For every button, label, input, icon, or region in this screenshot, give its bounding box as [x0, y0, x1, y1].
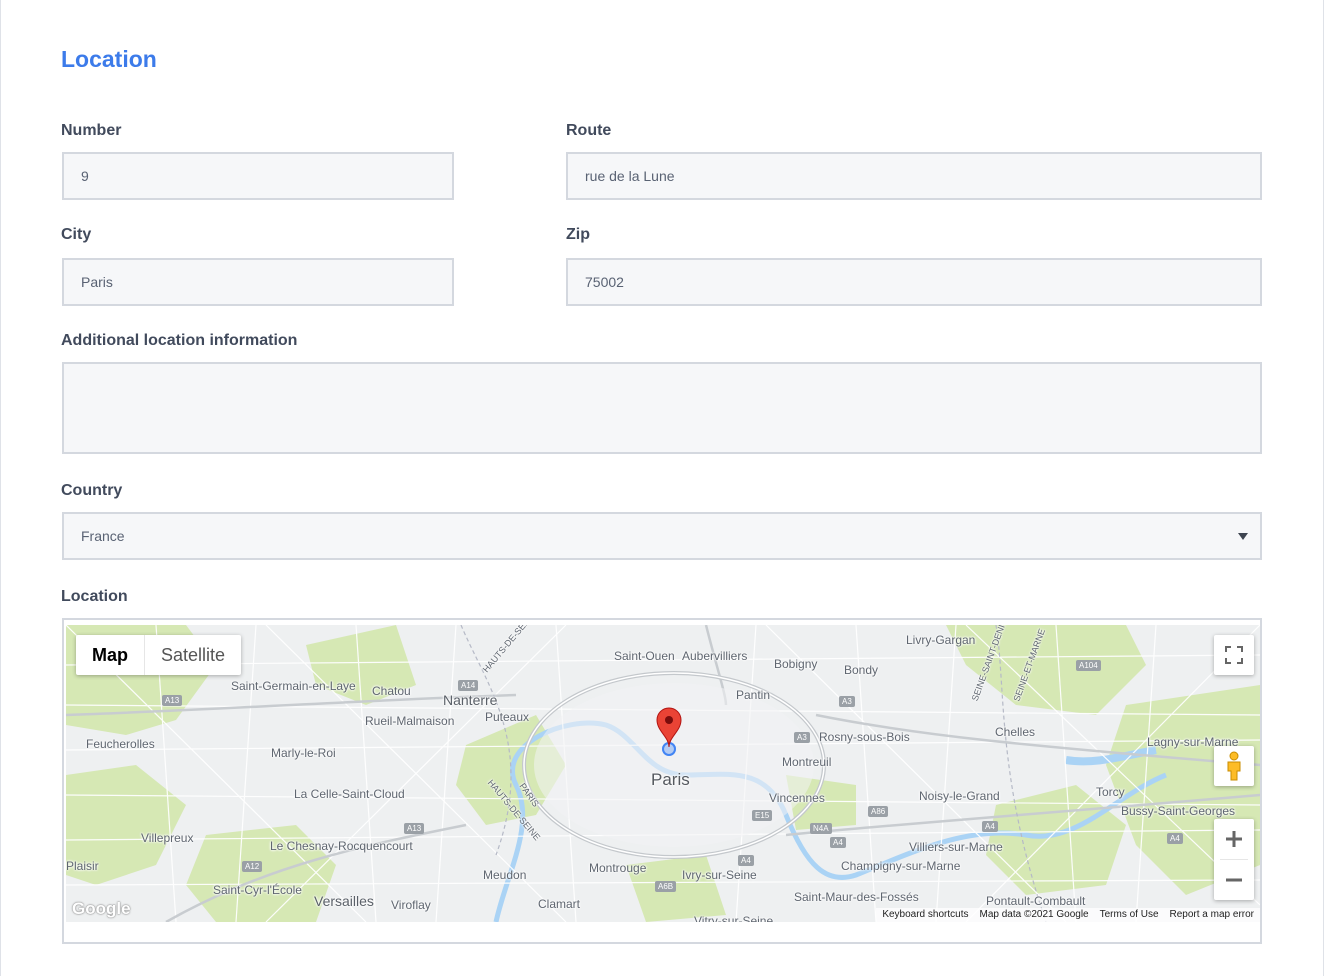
place-chelles: Chelles	[995, 725, 1036, 739]
place-rueil: Rueil-Malmaison	[365, 714, 455, 728]
road-shield: A13	[162, 695, 183, 706]
fullscreen-button[interactable]	[1214, 635, 1254, 675]
zip-input[interactable]	[566, 258, 1262, 306]
place-montrouge: Montrouge	[589, 861, 647, 875]
plus-icon	[1226, 831, 1242, 847]
additional-info-label: Additional location information	[61, 332, 298, 349]
minus-icon	[1226, 878, 1242, 882]
place-rosny: Rosny-sous-Bois	[819, 730, 910, 744]
place-bondy: Bondy	[844, 663, 879, 677]
road-shield: A4	[982, 821, 998, 832]
place-saint-cyr: Saint-Cyr-l'École	[213, 883, 302, 897]
place-puteaux: Puteaux	[485, 710, 530, 724]
map-pin-icon[interactable]	[655, 707, 683, 759]
map-data-text: Map data ©2021 Google	[979, 909, 1089, 920]
place-bobigny: Bobigny	[774, 657, 818, 671]
place-clamart: Clamart	[538, 897, 581, 911]
road-shield: A4	[738, 855, 754, 866]
number-input[interactable]	[62, 152, 454, 200]
zoom-out-button[interactable]	[1214, 860, 1254, 900]
place-vincennes: Vincennes	[769, 791, 825, 805]
road-shield: A6B	[655, 881, 677, 892]
road-shield: A104	[1076, 660, 1101, 671]
zoom-control	[1214, 819, 1254, 900]
country-select[interactable]: France	[62, 512, 1262, 560]
place-vitry: Vitry-sur-Seine	[694, 914, 774, 922]
map-type-map-button[interactable]: Map	[76, 635, 144, 675]
place-marly: Marly-le-Roi	[271, 746, 336, 760]
keyboard-shortcuts-link[interactable]: Keyboard shortcuts	[882, 908, 968, 922]
number-label: Number	[61, 122, 122, 139]
city-input[interactable]	[62, 258, 454, 306]
road-shield: A14	[458, 680, 479, 691]
place-plaisir: Plaisir	[66, 859, 99, 873]
place-pantin: Pantin	[736, 688, 771, 702]
place-la-celle: La Celle-Saint-Cloud	[294, 787, 405, 801]
place-versailles: Versailles	[314, 893, 374, 909]
place-pontault: Pontault-Combault	[986, 894, 1086, 908]
route-label: Route	[566, 122, 612, 139]
place-noisy: Noisy-le-Grand	[919, 789, 1000, 803]
place-villepreux: Villepreux	[141, 831, 194, 845]
place-torcy: Torcy	[1096, 785, 1125, 799]
map-canvas[interactable]: Saint-Ouen Aubervilliers Bobigny Bondy L…	[66, 625, 1260, 922]
caret-down-icon	[1238, 533, 1248, 540]
fullscreen-icon	[1225, 646, 1243, 664]
road-shield: A3	[839, 696, 855, 707]
road-shield: A13	[404, 823, 425, 834]
street-view-button[interactable]	[1214, 746, 1254, 786]
place-villiers: Villiers-sur-Marne	[909, 840, 1003, 854]
place-ivry: Ivry-sur-Seine	[682, 868, 757, 882]
place-nanterre: Nanterre	[443, 692, 498, 708]
section-title: Location	[61, 46, 157, 72]
map-attribution: Keyboard shortcuts Map data ©2021 Google…	[876, 908, 1260, 922]
city-label: City	[61, 226, 92, 243]
place-viroflay: Viroflay	[391, 898, 431, 912]
road-shield: A3	[794, 732, 810, 743]
country-label: Country	[61, 482, 123, 499]
road-shield: E15	[752, 810, 773, 821]
road-shield: A12	[242, 861, 263, 872]
place-chatou: Chatou	[372, 684, 411, 698]
road-shield: A4	[1167, 833, 1183, 844]
place-saint-germain: Saint-Germain-en-Laye	[231, 679, 356, 693]
place-montreuil: Montreuil	[782, 755, 832, 769]
place-paris: Paris	[651, 770, 690, 789]
zip-label: Zip	[566, 226, 590, 243]
place-champigny: Champigny-sur-Marne	[841, 859, 961, 873]
zoom-in-button[interactable]	[1214, 819, 1254, 859]
map-type-satellite-button[interactable]: Satellite	[145, 635, 241, 675]
map-type-control: Map Satellite	[76, 635, 242, 675]
road-shield: N4A	[810, 823, 832, 834]
road-shield: A86	[868, 806, 889, 817]
place-saint-maur: Saint-Maur-des-Fossés	[794, 890, 919, 904]
additional-info-textarea[interactable]	[62, 362, 1262, 454]
place-livry-gargan: Livry-Gargan	[906, 633, 976, 647]
place-meudon: Meudon	[483, 868, 527, 882]
road-shield: A4	[830, 837, 846, 848]
map-container: Saint-Ouen Aubervilliers Bobigny Bondy L…	[62, 618, 1262, 944]
place-feucherolles: Feucherolles	[86, 737, 155, 751]
pegman-icon	[1227, 751, 1241, 781]
terms-of-use-link[interactable]: Terms of Use	[1100, 908, 1159, 922]
place-aubervilliers: Aubervilliers	[682, 649, 748, 663]
route-input[interactable]	[566, 152, 1262, 200]
google-logo: Google	[72, 899, 131, 918]
place-saint-ouen: Saint-Ouen	[614, 649, 675, 663]
report-map-error-link[interactable]: Report a map error	[1170, 908, 1254, 922]
place-bussy: Bussy-Saint-Georges	[1121, 804, 1236, 818]
map-label: Location	[61, 588, 128, 605]
country-select-value: France	[62, 512, 1262, 560]
place-le-chesnay: Le Chesnay-Rocquencourt	[270, 839, 413, 853]
